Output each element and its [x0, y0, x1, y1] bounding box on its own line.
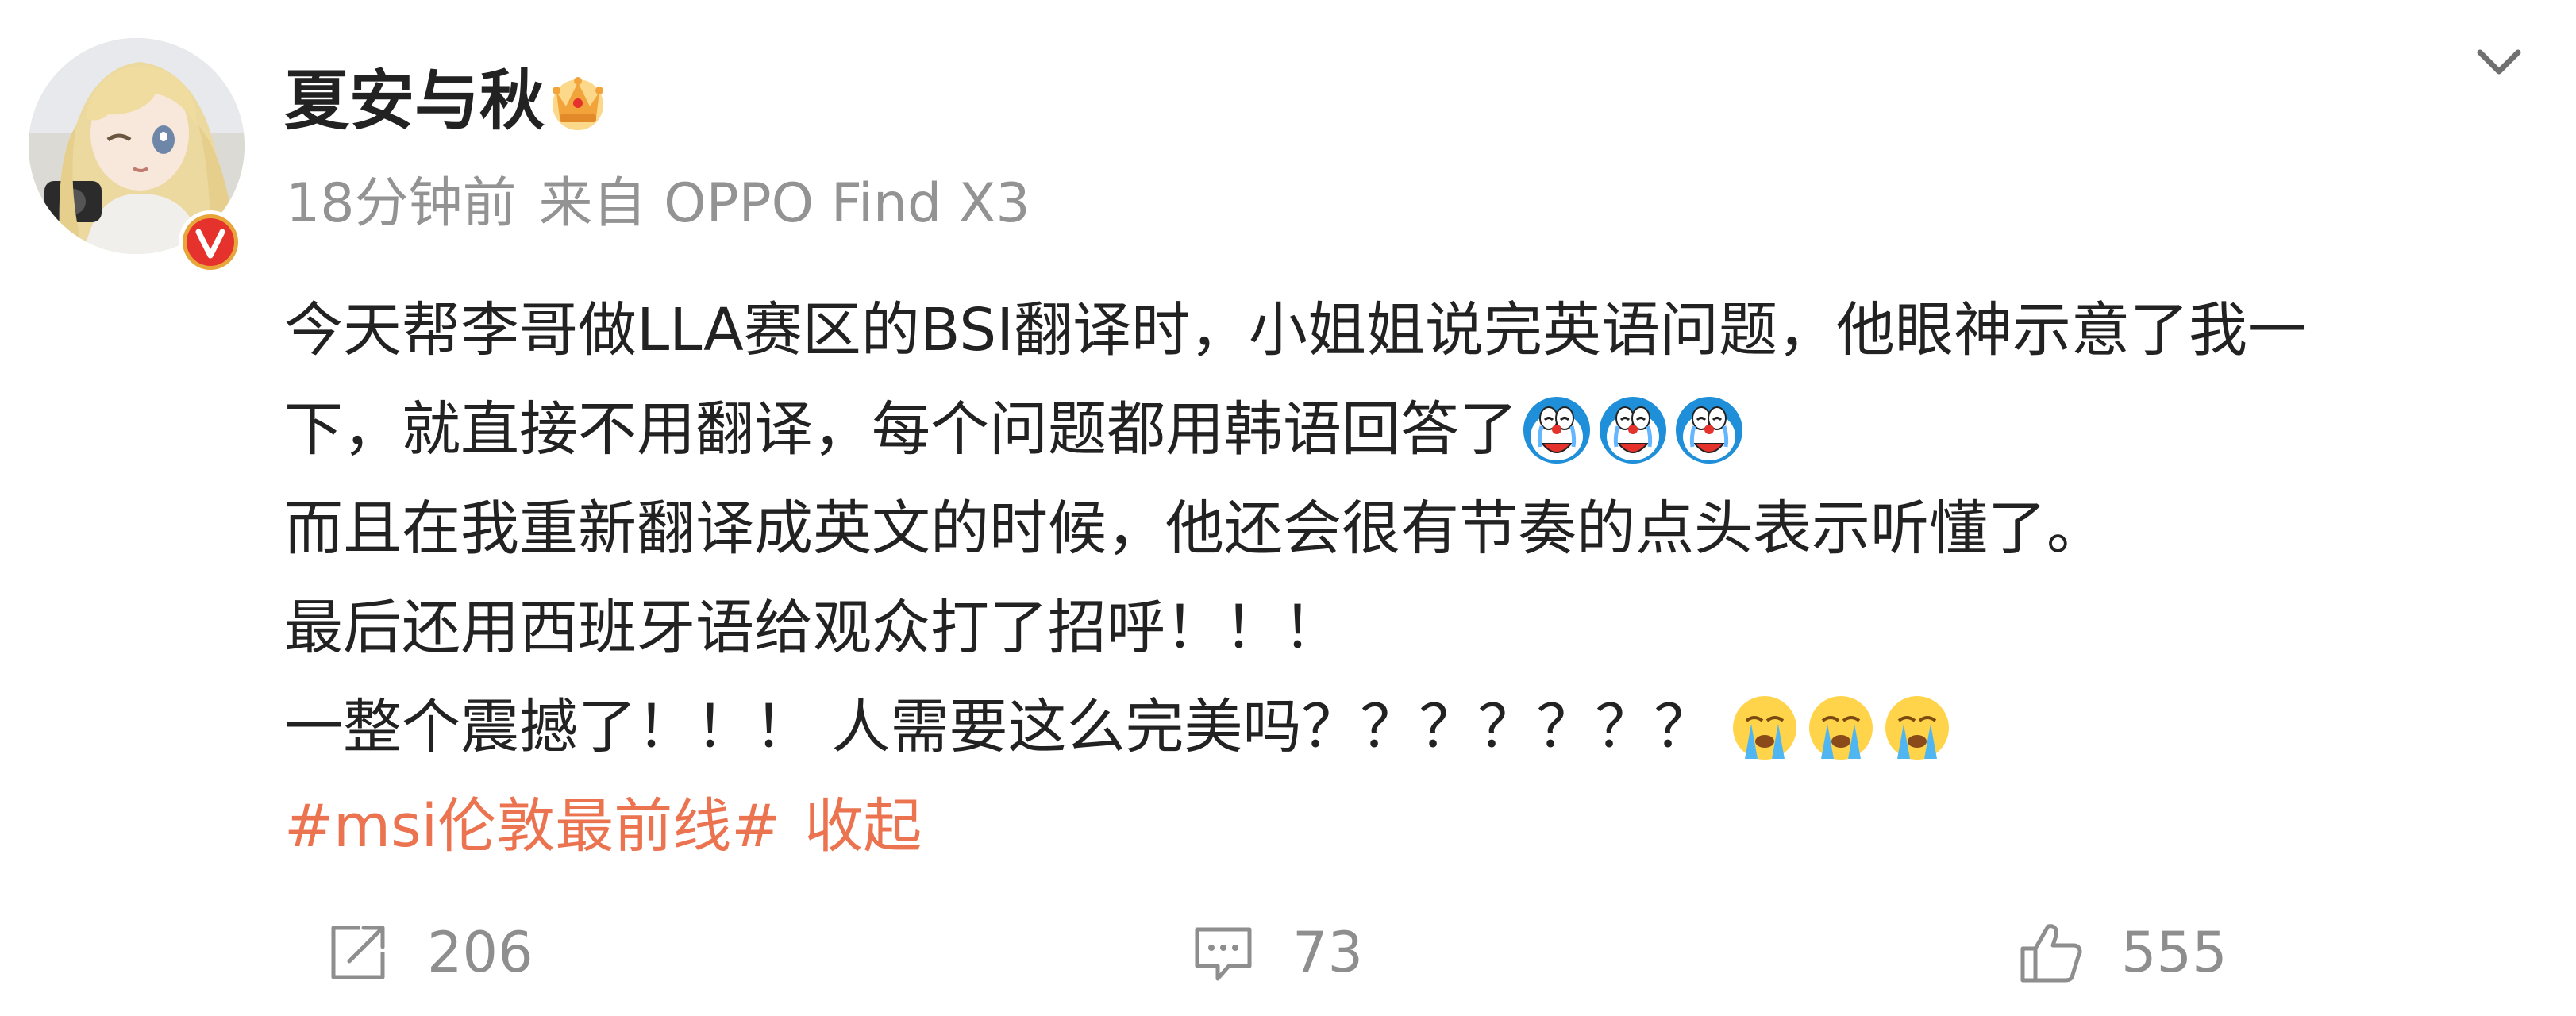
- content-line: 下，就直接不用翻译，每个问题都用韩语回答了: [284, 380, 2507, 479]
- verified-badge-icon: [176, 208, 245, 276]
- crying-face-emoji: [1732, 695, 1796, 760]
- thumbs-up-icon: [2020, 924, 2082, 983]
- repost-icon: [331, 926, 385, 979]
- like-button[interactable]: 555: [2016, 913, 2228, 992]
- chevron-down-icon[interactable]: [2466, 29, 2532, 95]
- crown-icon[interactable]: [544, 65, 612, 133]
- doraemon-crying-emoji: [1676, 396, 1742, 464]
- content-line: #msi伦敦最前线# 收起: [284, 777, 2507, 876]
- content-text: 而且在我重新翻译成英文的时候，他还会很有节奏的点头表示听懂了。: [284, 495, 2105, 563]
- content-text: 今天帮李哥做LLA赛区的BSI翻译时，小姐姐说完英语问题，他眼神示意了我一: [284, 296, 2307, 364]
- content-text: 最后还用西班牙语给观众打了招呼！！！: [284, 594, 1342, 662]
- post-content: 今天帮李哥做LLA赛区的BSI翻译时，小姐姐说完英语问题，他眼神示意了我一 下，…: [284, 281, 2507, 876]
- doraemon-crying-emoji: [1600, 396, 1666, 464]
- comment-count: 73: [1292, 920, 1364, 985]
- content-line: 最后还用西班牙语给观众打了招呼！！！: [284, 579, 2507, 678]
- crying-face-emoji: [1885, 695, 1949, 760]
- author-avatar-container[interactable]: [29, 38, 245, 274]
- repost-count: 206: [427, 920, 533, 985]
- crying-face-emoji: [1808, 695, 1873, 760]
- weibo-post: 夏安与秋 18分钟前 来自 OPPO Find X3 今天帮李哥做LLA赛区的BS…: [0, 0, 2576, 1016]
- emoji-group: [1521, 394, 1750, 466]
- doraemon-crying-emoji: [1523, 396, 1590, 464]
- like-count: 555: [2121, 920, 2228, 985]
- post-time[interactable]: 18分钟前: [286, 172, 517, 235]
- emoji-group: [1729, 692, 1958, 764]
- comment-icon: [1195, 927, 1252, 981]
- author-name[interactable]: 夏安与秋: [284, 62, 545, 141]
- repost-button[interactable]: 206: [325, 913, 533, 992]
- content-line: 今天帮李哥做LLA赛区的BSI翻译时，小姐姐说完英语问题，他眼神示意了我一: [284, 281, 2507, 380]
- content-line: 而且在我重新翻译成英文的时候，他还会很有节奏的点头表示听懂了。: [284, 479, 2507, 579]
- collapse-link[interactable]: 收起: [804, 777, 922, 876]
- content-text: 一整个震撼了！！！ 人需要这么完美吗？？？？？？？: [284, 693, 1713, 761]
- comment-button[interactable]: 73: [1191, 913, 1363, 992]
- post-source: 来自 OPPO Find X3: [538, 172, 1030, 235]
- content-line: 一整个震撼了！！！ 人需要这么完美吗？？？？？？？: [284, 678, 2507, 777]
- post-meta: 18分钟前 来自 OPPO Find X3: [286, 168, 1053, 240]
- hashtag-link[interactable]: #msi伦敦最前线#: [284, 777, 780, 876]
- content-text: 下，就直接不用翻译，每个问题都用韩语回答了: [284, 395, 1518, 464]
